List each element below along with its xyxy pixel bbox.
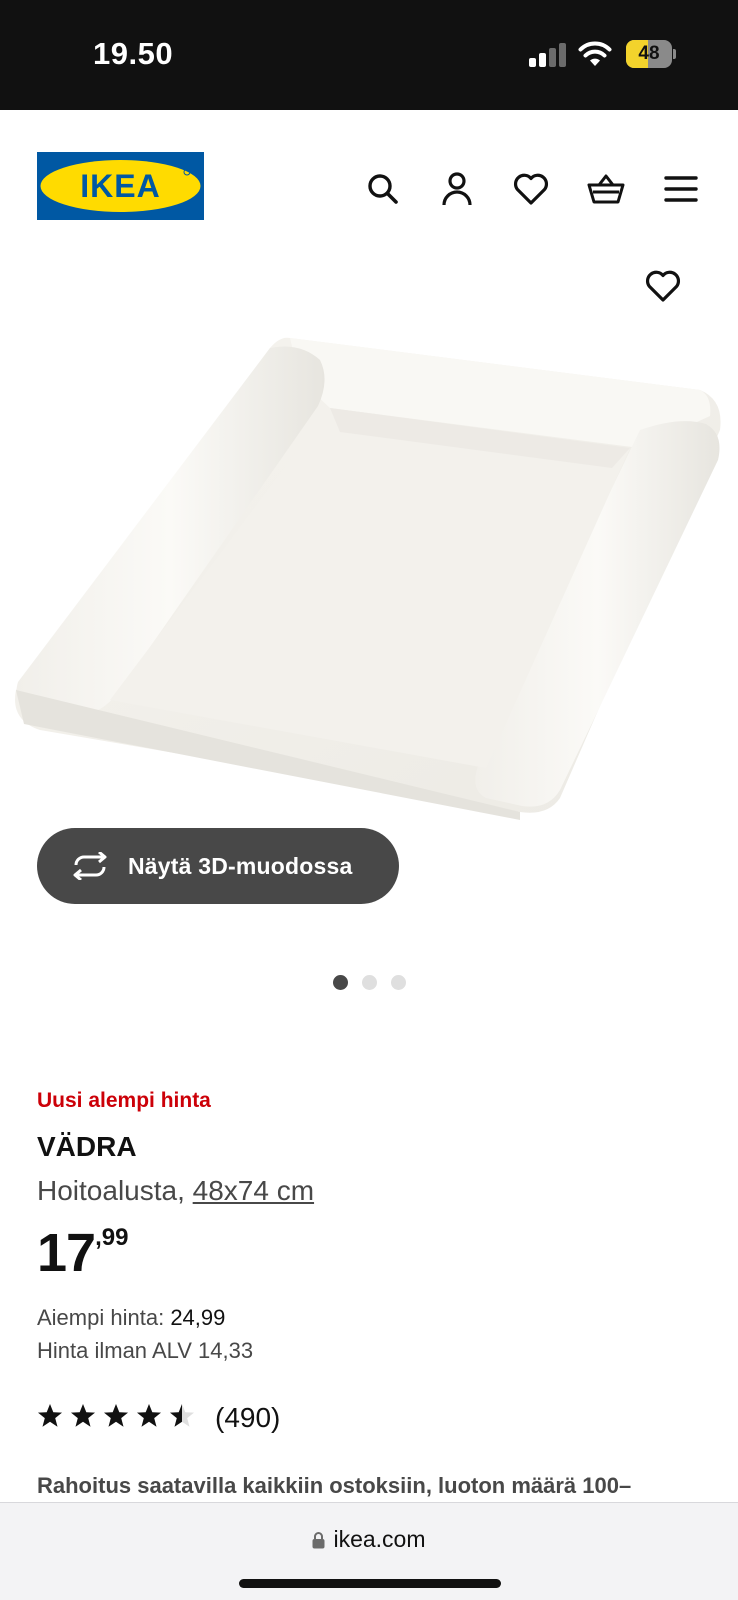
product-info: Uusi alempi hinta VÄDRA Hoitoalusta, 48x… [37, 1085, 717, 1367]
price-excl-vat: Hinta ilman ALV 14,33 [37, 1338, 254, 1363]
view-in-3d-label: Näytä 3D-muodossa [128, 853, 353, 879]
gallery-pagination [0, 975, 738, 991]
add-to-favourites-icon[interactable] [644, 267, 682, 305]
status-time: 19.50 [93, 36, 174, 71]
lock-icon [312, 1532, 325, 1549]
previous-price-label: Aiempi hinta: [37, 1305, 165, 1330]
search-icon [368, 174, 398, 204]
basket-icon [587, 174, 625, 204]
heart-icon [513, 173, 549, 205]
gallery-dot[interactable] [361, 975, 377, 990]
changing-pad-image [15, 337, 721, 820]
product-name: VÄDRA [37, 1131, 137, 1162]
price-badge: Uusi alempi hinta [37, 1089, 211, 1112]
financing-text: Rahoitus saatavilla kaikkiin ostoksiin, … [37, 1473, 632, 1498]
product-gallery[interactable]: Näytä 3D-muodossa [0, 260, 738, 940]
wifi-icon [578, 41, 612, 66]
star-icon [170, 1404, 194, 1427]
product-size-link[interactable]: 48x74 cm [193, 1175, 314, 1206]
star-icon [104, 1404, 128, 1427]
menu-icon [664, 176, 698, 202]
favourites-button[interactable] [512, 170, 550, 208]
product-type: Hoitoalusta, [37, 1175, 185, 1206]
price-decimals: ,99 [95, 1224, 129, 1251]
ikea-logo[interactable]: IKEA [37, 152, 204, 220]
previous-price: Aiempi hinta: 24,99 [37, 1301, 717, 1334]
search-button[interactable] [364, 170, 402, 208]
site-header: IKEA [0, 110, 738, 260]
battery-percentage: 48 [638, 43, 660, 64]
status-bar: 19.50 48 [0, 0, 738, 110]
rotate-3d-icon [73, 852, 107, 880]
battery-tip [673, 49, 676, 59]
battery-indicator: 48 [626, 40, 676, 68]
gallery-dot[interactable] [332, 975, 348, 990]
product-price: 17,99 [37, 1221, 717, 1285]
svg-text:IKEA: IKEA [80, 168, 160, 204]
menu-button[interactable] [662, 170, 700, 208]
home-indicator[interactable] [239, 1579, 501, 1588]
cellular-signal-icon [529, 43, 566, 67]
previous-price-value: 24,99 [170, 1305, 226, 1330]
price-integer: 17 [37, 1223, 96, 1283]
star-icon [38, 1404, 62, 1427]
account-icon [442, 172, 472, 206]
product-description: Hoitoalusta, 48x74 cm [37, 1171, 717, 1211]
star-icon [71, 1404, 95, 1427]
star-icon [137, 1404, 161, 1427]
basket-button[interactable] [587, 170, 625, 208]
gallery-dot[interactable] [390, 975, 406, 990]
url-text: ikea.com [333, 1526, 426, 1552]
view-in-3d-button[interactable]: Näytä 3D-muodossa [37, 828, 399, 904]
account-button[interactable] [438, 170, 476, 208]
url-row[interactable]: ikea.com [0, 1521, 738, 1557]
browser-address-bar[interactable]: ikea.com [0, 1502, 738, 1600]
review-count: (490) [215, 1402, 281, 1433]
battery-icon: 48 [626, 40, 672, 68]
